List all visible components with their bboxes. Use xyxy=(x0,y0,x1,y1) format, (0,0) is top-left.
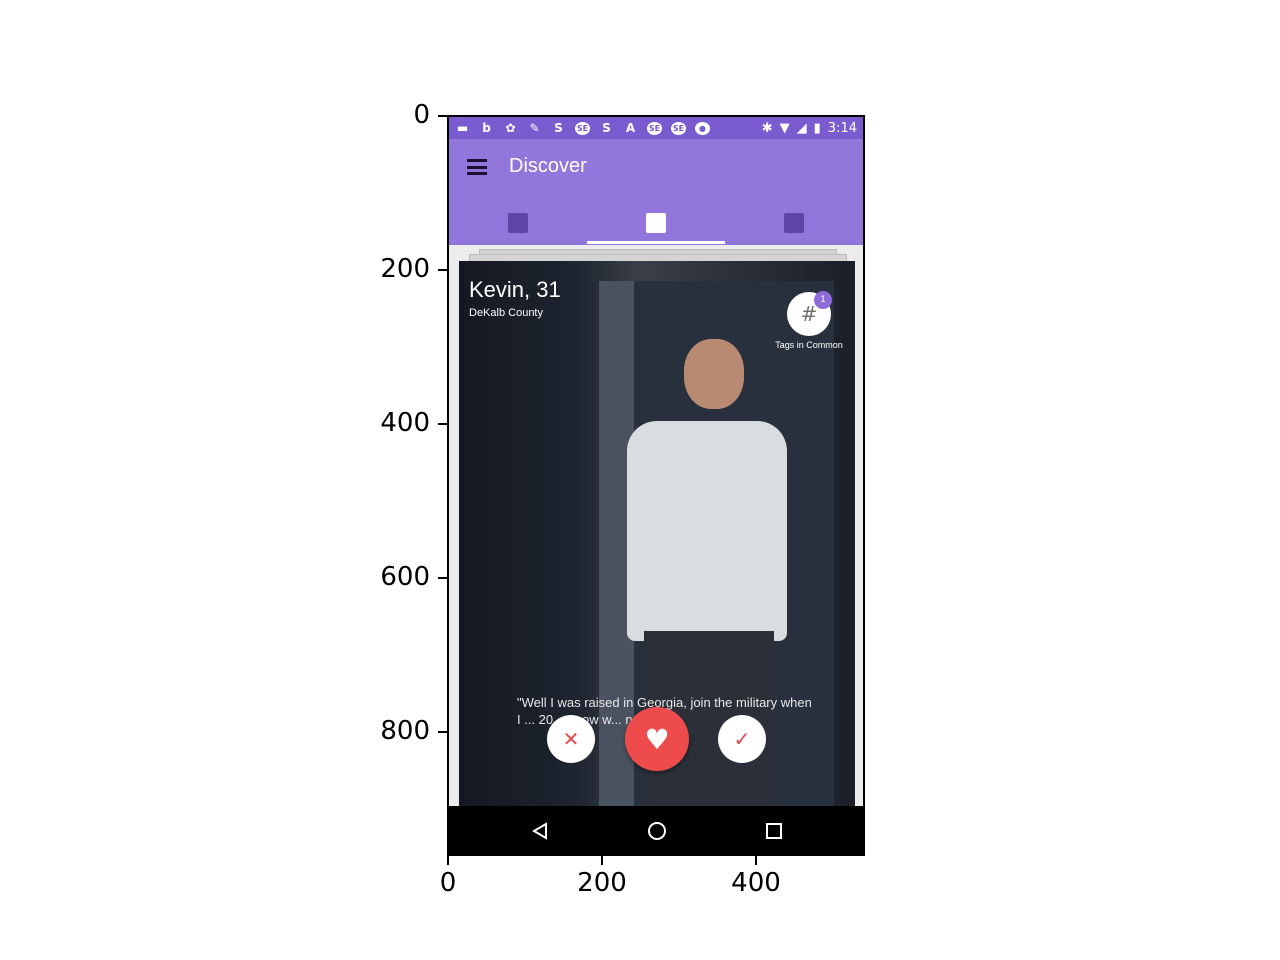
page-title: Discover xyxy=(509,155,587,177)
signal-icon: ◢ xyxy=(796,120,807,136)
x-tick xyxy=(447,856,449,865)
x-tick xyxy=(755,856,757,865)
battery-icon: ▮ xyxy=(813,120,821,136)
y-tick-label: 600 xyxy=(380,562,430,592)
s-icon: S xyxy=(554,121,563,135)
like-button[interactable]: ♥ xyxy=(625,707,689,771)
status-right: ✱ ▼ ◢ ▮ 3:14 xyxy=(762,121,857,136)
app-bar: Discover xyxy=(449,139,863,245)
puzzle-icon: ✿ xyxy=(505,121,516,135)
recents-icon xyxy=(766,823,782,839)
x-tick-label: 400 xyxy=(731,868,781,898)
y-tick xyxy=(438,269,447,271)
recents-button[interactable] xyxy=(761,818,787,844)
y-tick xyxy=(438,423,447,425)
bluetooth-icon: ✱ xyxy=(761,120,773,136)
photo-head xyxy=(684,339,744,409)
badge-icon: SE xyxy=(647,121,662,135)
x-tick-label: 0 xyxy=(439,868,457,898)
status-bar: ▬ b ✿ ✎ S SE S A SE SE ● ✱ ▼ ◢ ▮ 3:14 xyxy=(449,117,863,139)
chat-icon: ▬ xyxy=(456,121,469,135)
y-tick-label: 800 xyxy=(380,716,430,746)
pass-button[interactable]: ✕ xyxy=(547,715,595,763)
badge-icon: SE xyxy=(575,121,590,135)
wrench-icon: ✎ xyxy=(529,121,540,135)
phone-screen: ▬ b ✿ ✎ S SE S A SE SE ● ✱ ▼ ◢ ▮ 3:14 Di… xyxy=(447,115,865,856)
y-tick-label: 400 xyxy=(380,408,430,438)
check-icon: ✓ xyxy=(733,727,751,751)
tab-profile[interactable] xyxy=(449,201,587,245)
back-button[interactable] xyxy=(527,818,553,844)
tags-in-common-label: Tags in Common xyxy=(775,340,843,350)
a-icon: A xyxy=(625,121,636,135)
tab-indicator xyxy=(587,241,725,244)
home-icon xyxy=(648,822,666,840)
close-icon: ✕ xyxy=(562,727,580,751)
s-icon: S xyxy=(602,121,611,135)
profile-name: Kevin, 31 xyxy=(469,277,561,302)
badge-icon: SE xyxy=(671,121,686,135)
y-tick-label: 0 xyxy=(413,100,430,130)
y-tick xyxy=(438,731,447,733)
badge-icon: ● xyxy=(695,121,710,135)
tab-discover[interactable] xyxy=(587,201,725,245)
accept-button[interactable]: ✓ xyxy=(718,715,766,763)
cards-icon xyxy=(646,213,666,233)
hashtag-icon: # xyxy=(800,302,818,326)
photo-shirt xyxy=(627,421,787,641)
wifi-icon: ▼ xyxy=(779,120,790,136)
status-time: 3:14 xyxy=(827,120,857,136)
x-tick-label: 200 xyxy=(577,868,627,898)
y-tick-label: 200 xyxy=(380,254,430,284)
heart-icon: ♥ xyxy=(644,722,670,756)
b-icon: b xyxy=(482,121,491,135)
profile-icon xyxy=(508,213,528,233)
back-icon xyxy=(532,822,547,840)
menu-icon[interactable] xyxy=(467,159,487,175)
profile-location: DeKalb County xyxy=(469,307,543,319)
message-icon xyxy=(784,213,804,233)
home-button[interactable] xyxy=(644,818,670,844)
y-tick xyxy=(438,115,447,117)
tab-messages[interactable] xyxy=(725,201,863,245)
navigation-bar xyxy=(449,806,863,854)
x-tick xyxy=(601,856,603,865)
y-tick xyxy=(438,577,447,579)
tags-count-badge: 1 xyxy=(814,291,832,309)
